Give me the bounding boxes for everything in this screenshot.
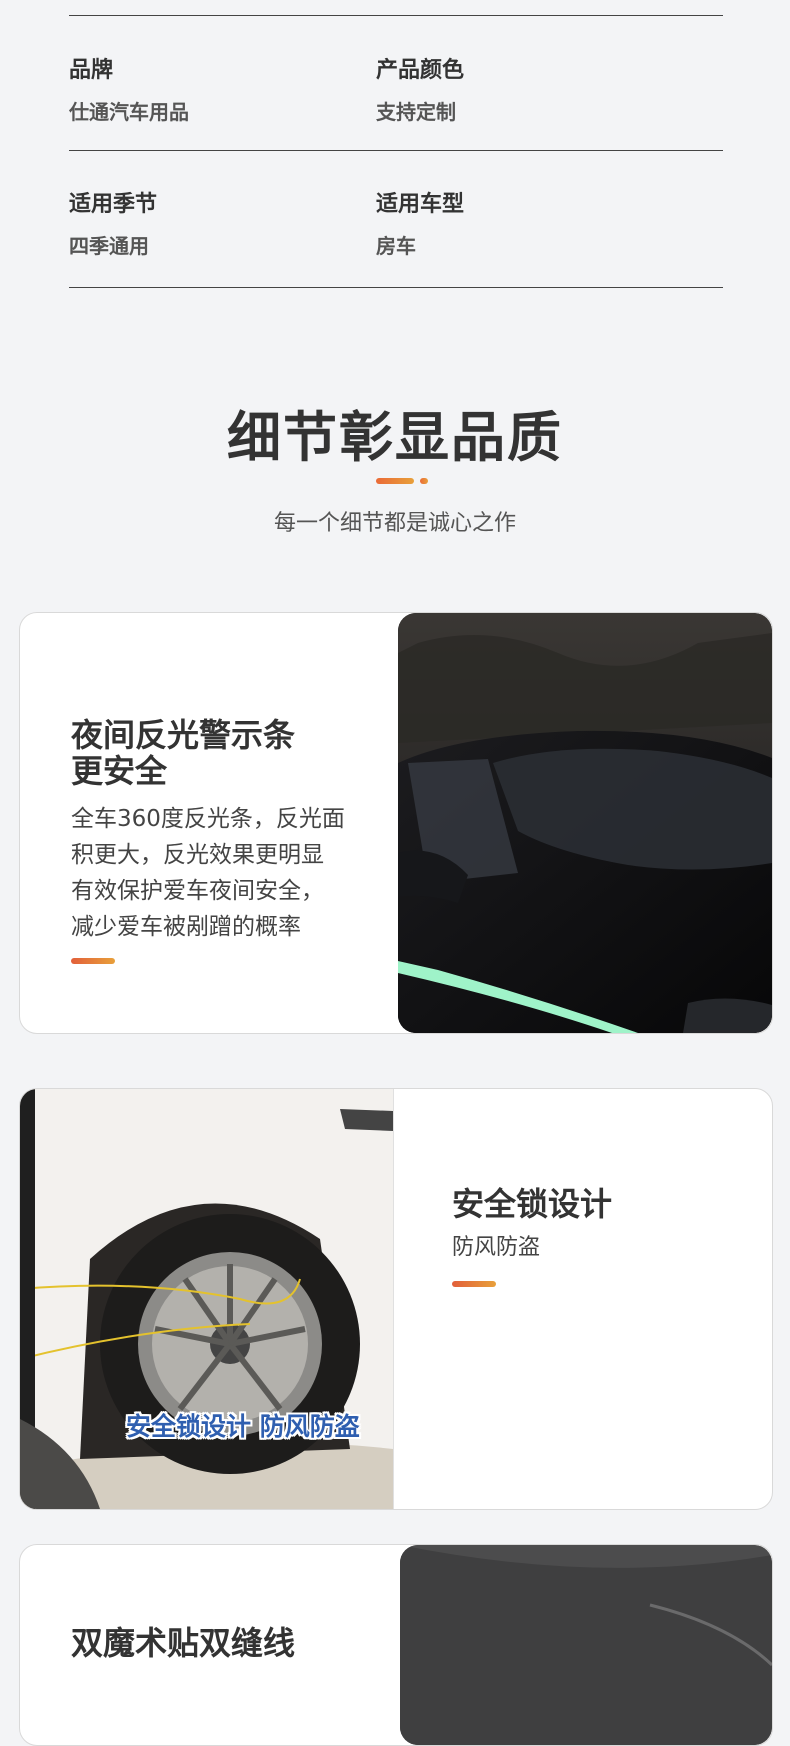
spec-label-vehicle: 适用车型: [376, 192, 465, 217]
feature-card-security-lock: 安全锁设计 防风防盗 安全锁设计 防风防盗: [19, 1088, 773, 1510]
feature-title: 安全锁设计: [452, 1185, 613, 1223]
section-subtitle: 每一个细节都是诚心之作: [273, 511, 516, 536]
feature-description: 全车360度反光条，反光面 积更大，反光效果更明显 有效保护爱车夜间安全， 减少…: [71, 801, 345, 945]
title-underline: [376, 478, 414, 484]
spec-label-color: 产品颜色: [376, 58, 465, 83]
feature-card-velcro: 双魔术贴双缝线: [19, 1544, 773, 1746]
spec-value-color: 支持定制: [376, 100, 456, 124]
reflective-strip-car-photo: [398, 613, 772, 1033]
feature-accent-line: [452, 1281, 496, 1287]
security-lock-wheel-photo: 安全锁设计 防风防盗: [20, 1089, 394, 1509]
velcro-stitching-photo: [400, 1545, 772, 1745]
feature-title-line1: 夜间反光警示条: [71, 716, 296, 754]
feature-card-reflective: 夜间反光警示条 更安全 全车360度反光条，反光面 积更大，反光效果更明显 有效…: [19, 612, 773, 1034]
feature-desc-line: 全车360度反光条，反光面: [71, 806, 345, 832]
spec-value-vehicle: 房车: [376, 234, 416, 258]
feature-desc-line: 有效保护爱车夜间安全，: [71, 878, 324, 904]
feature-subtitle: 防风防盗: [452, 1235, 541, 1260]
section-title: 细节彰显品质: [227, 406, 563, 469]
feature-title-line2: 更安全: [71, 752, 168, 790]
spec-label-brand: 品牌: [69, 58, 114, 83]
feature-desc-line: 积更大，反光效果更明显: [71, 842, 324, 868]
title-underline-dot: [420, 478, 428, 484]
spec-label-season: 适用季节: [69, 192, 158, 217]
feature-title: 双魔术贴双缝线: [71, 1624, 296, 1662]
image-caption: 安全锁设计 防风防盗: [126, 1412, 360, 1441]
feature-title: 夜间反光警示条 更安全: [71, 717, 295, 789]
spec-value-brand: 仕通汽车用品: [69, 100, 189, 124]
divider: [69, 15, 723, 16]
feature-accent-line: [71, 958, 115, 964]
feature-desc-line: 减少爱车被剐蹭的概率: [71, 914, 301, 940]
product-specs: 品牌 仕通汽车用品 产品颜色 支持定制 适用季节 四季通用 适用车型 房车: [0, 0, 790, 300]
spec-value-season: 四季通用: [69, 234, 149, 258]
divider: [69, 287, 723, 288]
divider: [69, 150, 723, 151]
